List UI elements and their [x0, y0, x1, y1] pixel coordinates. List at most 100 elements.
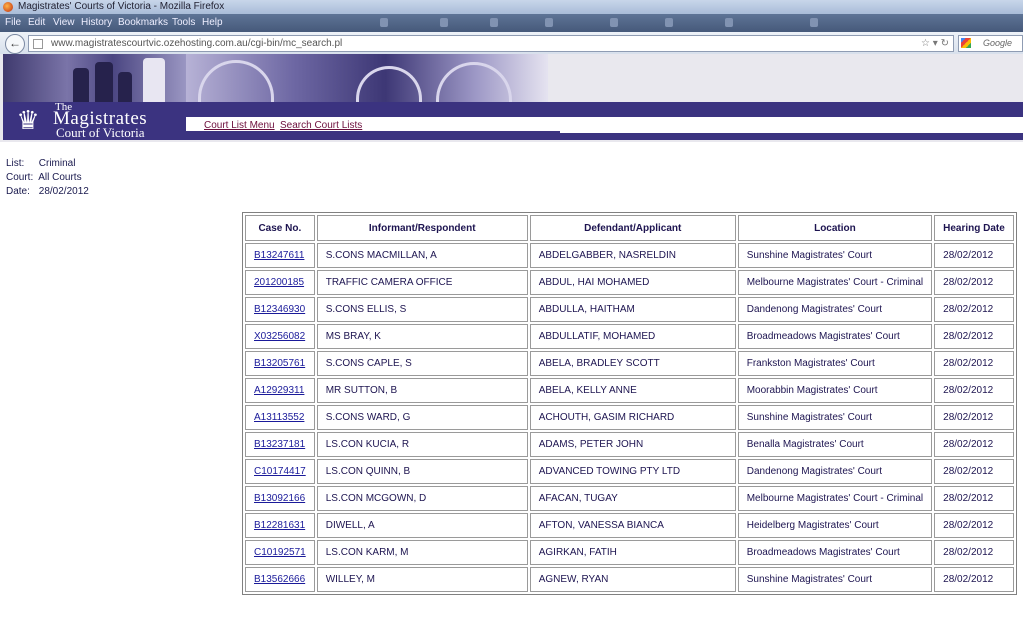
- table-row: B13247611 S.CONS MACMILLAN, A ABDELGABBE…: [245, 243, 1014, 268]
- location-cell: Dandenong Magistrates' Court: [737, 297, 933, 322]
- site-header: ♛ The Magistrates Court of Victoria Cour…: [0, 54, 1023, 142]
- reload-icon[interactable]: ↻: [941, 38, 949, 49]
- header-band: [186, 102, 1023, 117]
- window-title-bar: Magistrates' Courts of Victoria - Mozill…: [0, 0, 1023, 14]
- search-court-lists-link[interactable]: Search Court Lists: [280, 120, 362, 131]
- toolbar-button-icon[interactable]: [810, 18, 818, 27]
- hearing-date-cell: 28/02/2012: [934, 270, 1014, 295]
- case-number-link[interactable]: B13247611: [254, 250, 304, 261]
- case-number-link[interactable]: C10192571: [254, 547, 306, 558]
- date-label: Date:: [6, 186, 30, 197]
- menu-view[interactable]: View: [53, 14, 75, 32]
- location-cell: Melbourne Magistrates' Court - Criminal: [737, 270, 933, 295]
- toolbar-button-icon[interactable]: [440, 18, 448, 27]
- informant-cell: S.CONS WARD, G: [316, 405, 528, 430]
- informant-cell: DIWELL, A: [316, 513, 528, 538]
- table-header-row: Case No. Informant/Respondent Defendant/…: [245, 215, 1014, 241]
- defendant-cell: ABELA, BRADLEY SCOTT: [529, 351, 736, 376]
- informant-cell: LS.CON KARM, M: [316, 540, 528, 565]
- menu-bookmarks[interactable]: Bookmarks: [118, 14, 168, 32]
- case-number-cell: X03256082: [245, 324, 315, 349]
- hearing-date-cell: 28/02/2012: [934, 459, 1014, 484]
- hearing-date-cell: 28/02/2012: [934, 486, 1014, 511]
- toolbar-button-icon[interactable]: [380, 18, 388, 27]
- case-number-cell: B12281631: [245, 513, 315, 538]
- case-number-link[interactable]: B13237181: [254, 439, 305, 450]
- table-row: C10174417 LS.CON QUINN, B ADVANCED TOWIN…: [245, 459, 1014, 484]
- table-row: B13092166 LS.CON MCGOWN, D AFACAN, TUGAY…: [245, 486, 1014, 511]
- coat-of-arms-icon: ♛: [16, 105, 40, 135]
- url-controls: ☆ ▾ ↻: [921, 36, 949, 51]
- case-number-link[interactable]: B13562666: [254, 574, 305, 585]
- header-case-no: Case No.: [245, 215, 315, 241]
- location-cell: Heidelberg Magistrates' Court: [737, 513, 933, 538]
- location-cell: Benalla Magistrates' Court: [737, 432, 933, 457]
- table-row: X03256082 MS BRAY, K ABDULLATIF, MOHAMED…: [245, 324, 1014, 349]
- location-cell: Sunshine Magistrates' Court: [737, 567, 933, 592]
- list-label: List:: [6, 158, 25, 169]
- case-number-cell: C10192571: [245, 540, 315, 565]
- case-number-cell: B12346930: [245, 297, 315, 322]
- search-box[interactable]: Google: [958, 35, 1023, 52]
- toolbar-button-icon[interactable]: [610, 18, 618, 27]
- case-number-cell: B13562666: [245, 567, 315, 592]
- defendant-cell: ABELA, KELLY ANNE: [529, 378, 736, 403]
- page-icon: [33, 39, 43, 49]
- informant-cell: S.CONS ELLIS, S: [316, 297, 528, 322]
- navigation-bar: ← www.magistratescourtvic.ozehosting.com…: [0, 32, 1023, 55]
- site-nav: Court List Menu Search Court Lists: [186, 117, 1023, 133]
- informant-cell: LS.CON KUCIA, R: [316, 432, 528, 457]
- case-number-link[interactable]: B12346930: [254, 304, 305, 315]
- table-row: B13205761 S.CONS CAPLE, S ABELA, BRADLEY…: [245, 351, 1014, 376]
- location-cell: Sunshine Magistrates' Court: [737, 243, 933, 268]
- table-row: B12281631 DIWELL, A AFTON, VANESSA BIANC…: [245, 513, 1014, 538]
- list-value: Criminal: [38, 158, 76, 169]
- table-row: C10192571 LS.CON KARM, M AGIRKAN, FATIH …: [245, 540, 1014, 565]
- hearing-date-cell: 28/02/2012: [934, 513, 1014, 538]
- case-number-link[interactable]: A13113552: [254, 412, 304, 423]
- case-number-link[interactable]: B13092166: [254, 493, 305, 504]
- informant-cell: WILLEY, M: [316, 567, 528, 592]
- menu-tools[interactable]: Tools: [172, 14, 195, 32]
- url-text: www.magistratescourtvic.ozehosting.com.a…: [51, 38, 343, 49]
- case-number-link[interactable]: 201200185: [254, 277, 304, 288]
- case-number-link[interactable]: B13205761: [254, 358, 305, 369]
- menu-file[interactable]: File: [5, 14, 21, 32]
- defendant-cell: ABDELGABBER, NASRELDIN: [529, 243, 736, 268]
- defendant-cell: ACHOUTH, GASIM RICHARD: [529, 405, 736, 430]
- toolbar-button-icon[interactable]: [545, 18, 553, 27]
- address-bar[interactable]: www.magistratescourtvic.ozehosting.com.a…: [28, 35, 954, 52]
- case-number-cell: A12929311: [245, 378, 315, 403]
- case-number-link[interactable]: B12281631: [254, 520, 305, 531]
- court-logo[interactable]: ♛ The Magistrates Court of Victoria: [3, 101, 186, 140]
- dropdown-icon[interactable]: ▾: [933, 38, 938, 49]
- court-value: All Courts: [38, 172, 82, 183]
- case-number-link[interactable]: X03256082: [254, 331, 305, 342]
- informant-cell: S.CONS MACMILLAN, A: [316, 243, 528, 268]
- menu-help[interactable]: Help: [202, 14, 223, 32]
- informant-cell: LS.CON QUINN, B: [316, 459, 528, 484]
- defendant-cell: AGNEW, RYAN: [529, 567, 736, 592]
- informant-cell: LS.CON MCGOWN, D: [316, 486, 528, 511]
- search-placeholder: Google: [983, 38, 1013, 48]
- bookmark-star-icon[interactable]: ☆: [921, 38, 930, 49]
- case-number-link[interactable]: C10174417: [254, 466, 306, 477]
- toolbar-button-icon[interactable]: [665, 18, 673, 27]
- defendant-cell: ABDUL, HAI MOHAMED: [529, 270, 736, 295]
- header-photo-people: [3, 54, 186, 102]
- case-number-link[interactable]: A12929311: [254, 385, 304, 396]
- defendant-cell: AFACAN, TUGAY: [529, 486, 736, 511]
- info-date: Date: 28/02/2012: [6, 186, 89, 197]
- header-informant: Informant/Respondent: [316, 215, 528, 241]
- back-arrow-icon[interactable]: ←: [5, 34, 25, 54]
- firefox-icon: [3, 2, 13, 12]
- informant-cell: MS BRAY, K: [316, 324, 528, 349]
- toolbar-button-icon[interactable]: [725, 18, 733, 27]
- menu-edit[interactable]: Edit: [28, 14, 45, 32]
- court-list-menu-link[interactable]: Court List Menu: [204, 120, 275, 131]
- location-cell: Frankston Magistrates' Court: [737, 351, 933, 376]
- location-cell: Melbourne Magistrates' Court - Criminal: [737, 486, 933, 511]
- location-cell: Broadmeadows Magistrates' Court: [737, 324, 933, 349]
- menu-history[interactable]: History: [81, 14, 112, 32]
- toolbar-button-icon[interactable]: [490, 18, 498, 27]
